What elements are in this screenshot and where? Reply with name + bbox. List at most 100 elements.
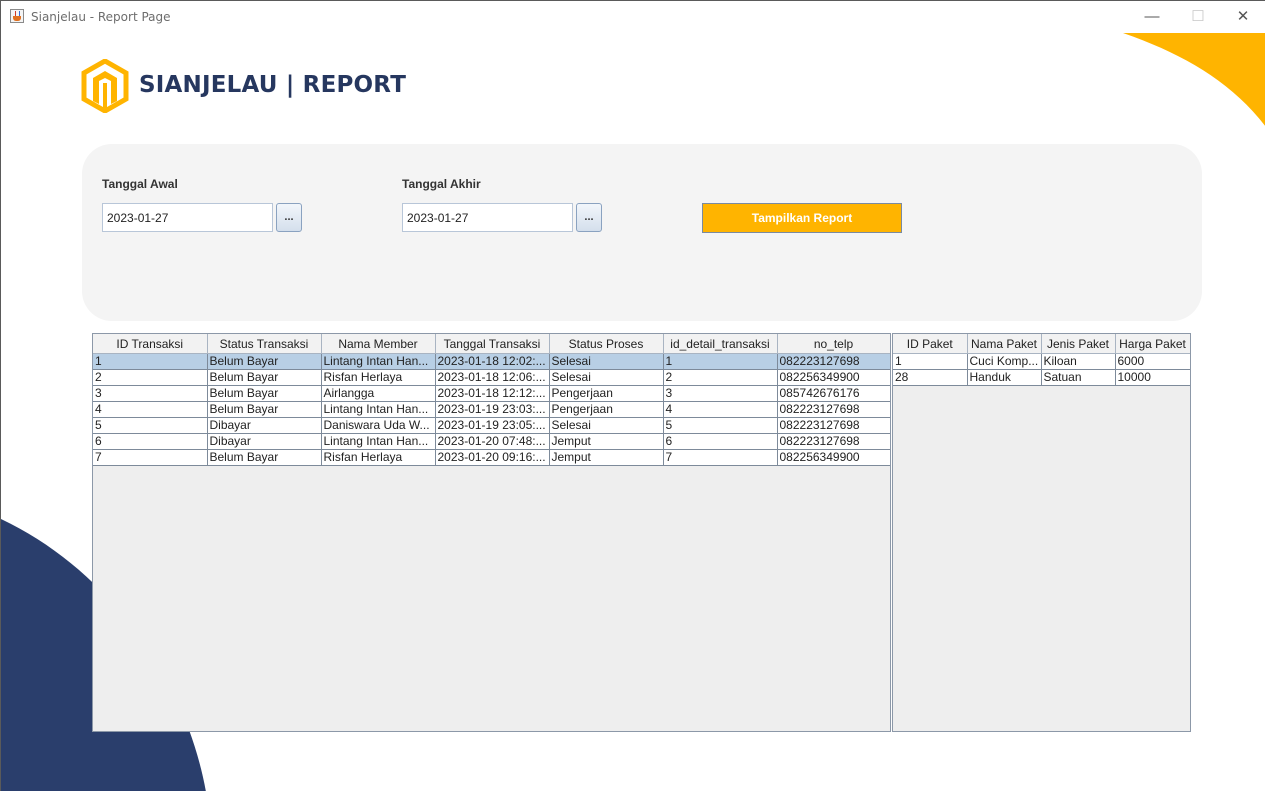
- table-cell-tanggal-transaksi[interactable]: 2023-01-18 12:02:...: [435, 353, 550, 370]
- table-cell-jenis-paket[interactable]: Satuan: [1041, 369, 1116, 386]
- table-cell-id-detail-transaksi[interactable]: 3: [663, 385, 778, 402]
- table-cell-id-detail-transaksi[interactable]: 7: [663, 449, 778, 466]
- end-date-picker-button[interactable]: ...: [576, 203, 602, 232]
- table-row[interactable]: 3 Belum Bayar Airlangga 2023-01-18 12:12:..…: [93, 385, 890, 402]
- table-cell-id-transaksi[interactable]: 7: [93, 449, 208, 466]
- table-cell-tanggal-transaksi[interactable]: 2023-01-19 23:05:...: [435, 417, 550, 434]
- table-cell-status-transaksi[interactable]: Belum Bayar: [207, 369, 322, 386]
- start-date-label: Tanggal Awal: [102, 177, 178, 191]
- maximize-button[interactable]: ☐: [1175, 1, 1221, 32]
- table-row[interactable]: 28 Handuk Satuan 10000: [893, 369, 1190, 386]
- table-cell-status-proses[interactable]: Pengerjaan: [549, 401, 664, 418]
- table-cell-tanggal-transaksi[interactable]: 2023-01-20 07:48:...: [435, 433, 550, 450]
- transactions-column-header-no-telp[interactable]: no_telp: [777, 334, 890, 354]
- table-cell-id-detail-transaksi[interactable]: 2: [663, 369, 778, 386]
- table-cell-nama-member[interactable]: Risfan Herlaya: [321, 369, 436, 386]
- table-cell-id-detail-transaksi[interactable]: 6: [663, 433, 778, 450]
- transactions-table-panel[interactable]: ID Transaksi Status Transaksi Nama Member T…: [92, 333, 891, 732]
- table-cell-id-detail-transaksi[interactable]: 1: [663, 353, 778, 370]
- table-cell-id-transaksi[interactable]: 1: [93, 353, 208, 370]
- table-row[interactable]: 4 Belum Bayar Lintang Intan Han... 2023-01-…: [93, 401, 890, 418]
- table-cell-no-telp[interactable]: 085742676176: [777, 385, 890, 402]
- table-cell-status-proses[interactable]: Jemput: [549, 449, 664, 466]
- report-window: Sianjelau - Report Page — ☐ ✕ SIANJELAU …: [0, 0, 1265, 791]
- table-cell-status-proses[interactable]: Jemput: [549, 433, 664, 450]
- page-title: SIANJELAU | REPORT: [139, 72, 407, 98]
- window-title: Sianjelau - Report Page: [31, 10, 171, 24]
- table-cell-id-transaksi[interactable]: 5: [93, 417, 208, 434]
- table-cell-tanggal-transaksi[interactable]: 2023-01-18 12:06:...: [435, 369, 550, 386]
- table-cell-status-proses[interactable]: Selesai: [549, 353, 664, 370]
- table-cell-status-transaksi[interactable]: Belum Bayar: [207, 385, 322, 402]
- transactions-column-header-status-proses[interactable]: Status Proses: [549, 334, 664, 354]
- table-cell-tanggal-transaksi[interactable]: 2023-01-19 23:03:...: [435, 401, 550, 418]
- table-row[interactable]: 7 Belum Bayar Risfan Herlaya 2023-01-20 09:…: [93, 449, 890, 466]
- end-date-input[interactable]: [402, 203, 573, 232]
- table-cell-id-transaksi[interactable]: 2: [93, 369, 208, 386]
- table-row[interactable]: 6 Dibayar Lintang Intan Han... 2023-01-20 0…: [93, 433, 890, 450]
- packages-column-header-nama-paket[interactable]: Nama Paket: [967, 334, 1042, 354]
- table-cell-id-detail-transaksi[interactable]: 5: [663, 417, 778, 434]
- packages-column-header-id-paket[interactable]: ID Paket: [893, 334, 968, 354]
- table-cell-nama-member[interactable]: Lintang Intan Han...: [321, 401, 436, 418]
- table-cell-status-proses[interactable]: Pengerjaan: [549, 385, 664, 402]
- packages-column-header-harga-paket[interactable]: Harga Paket: [1115, 334, 1190, 354]
- close-button[interactable]: ✕: [1220, 1, 1265, 32]
- table-cell-id-paket[interactable]: 28: [893, 369, 968, 386]
- transactions-column-header-id-transaksi[interactable]: ID Transaksi: [93, 334, 208, 354]
- table-cell-nama-member[interactable]: Lintang Intan Han...: [321, 433, 436, 450]
- start-date-picker-button[interactable]: ...: [276, 203, 302, 232]
- transactions-column-header-tanggal-transaksi[interactable]: Tanggal Transaksi: [435, 334, 550, 354]
- show-report-button[interactable]: Tampilkan Report: [702, 203, 902, 233]
- table-cell-no-telp[interactable]: 082223127698: [777, 417, 890, 434]
- table-cell-status-transaksi[interactable]: Dibayar: [207, 433, 322, 450]
- table-cell-id-transaksi[interactable]: 4: [93, 401, 208, 418]
- table-cell-status-proses[interactable]: Selesai: [549, 417, 664, 434]
- start-date-input[interactable]: [102, 203, 273, 232]
- table-row[interactable]: 5 Dibayar Daniswara Uda W... 2023-01-19 23:…: [93, 417, 890, 434]
- java-app-icon: [10, 9, 24, 23]
- minimize-button[interactable]: —: [1129, 1, 1175, 32]
- table-cell-no-telp[interactable]: 082223127698: [777, 433, 890, 450]
- table-cell-no-telp[interactable]: 082223127698: [777, 401, 890, 418]
- table-cell-no-telp[interactable]: 082256349900: [777, 449, 890, 466]
- packages-table-panel[interactable]: ID Paket Nama Paket Jenis Paket Harga Paket…: [892, 333, 1191, 732]
- packages-table[interactable]: ID Paket Nama Paket Jenis Paket Harga Paket…: [893, 334, 1190, 386]
- table-cell-id-transaksi[interactable]: 3: [93, 385, 208, 402]
- table-cell-nama-paket[interactable]: Handuk: [967, 369, 1042, 386]
- table-cell-jenis-paket[interactable]: Kiloan: [1041, 353, 1116, 370]
- table-cell-no-telp[interactable]: 082223127698: [777, 353, 890, 370]
- yellow-wave-shape: [1123, 33, 1265, 126]
- table-row[interactable]: 1 Belum Bayar Lintang Intan Han... 2023-01-…: [93, 353, 890, 370]
- table-cell-id-transaksi[interactable]: 6: [93, 433, 208, 450]
- table-cell-nama-member[interactable]: Airlangga: [321, 385, 436, 402]
- table-cell-nama-member[interactable]: Daniswara Uda W...: [321, 417, 436, 434]
- transactions-column-header-status-transaksi[interactable]: Status Transaksi: [207, 334, 322, 354]
- table-cell-status-transaksi[interactable]: Belum Bayar: [207, 401, 322, 418]
- title-bar[interactable]: Sianjelau - Report Page — ☐ ✕: [1, 1, 1265, 32]
- end-date-label: Tanggal Akhir: [402, 177, 481, 191]
- table-cell-tanggal-transaksi[interactable]: 2023-01-20 09:16:...: [435, 449, 550, 466]
- table-cell-nama-paket[interactable]: Cuci Komp...: [967, 353, 1042, 370]
- table-header-row: ID Transaksi Status Transaksi Nama Member T…: [93, 334, 890, 354]
- table-cell-harga-paket[interactable]: 10000: [1115, 369, 1190, 386]
- table-cell-status-proses[interactable]: Selesai: [549, 369, 664, 386]
- table-cell-tanggal-transaksi[interactable]: 2023-01-18 12:12:...: [435, 385, 550, 402]
- packages-column-header-jenis-paket[interactable]: Jenis Paket: [1041, 334, 1116, 354]
- table-row[interactable]: 2 Belum Bayar Risfan Herlaya 2023-01-18 12:…: [93, 369, 890, 386]
- table-cell-id-detail-transaksi[interactable]: 4: [663, 401, 778, 418]
- filter-panel: [82, 144, 1202, 321]
- transactions-column-header-nama-member[interactable]: Nama Member: [321, 334, 436, 354]
- table-cell-id-paket[interactable]: 1: [893, 353, 968, 370]
- table-cell-nama-member[interactable]: Risfan Herlaya: [321, 449, 436, 466]
- table-cell-status-transaksi[interactable]: Dibayar: [207, 417, 322, 434]
- table-row[interactable]: 1 Cuci Komp... Kiloan 6000: [893, 353, 1190, 370]
- table-cell-harga-paket[interactable]: 6000: [1115, 353, 1190, 370]
- table-cell-nama-member[interactable]: Lintang Intan Han...: [321, 353, 436, 370]
- transactions-column-header-id-detail-transaksi[interactable]: id_detail_transaksi: [663, 334, 778, 354]
- table-cell-status-transaksi[interactable]: Belum Bayar: [207, 353, 322, 370]
- hexagon-logo-icon: [81, 59, 129, 113]
- table-cell-status-transaksi[interactable]: Belum Bayar: [207, 449, 322, 466]
- transactions-table[interactable]: ID Transaksi Status Transaksi Nama Member T…: [93, 334, 890, 466]
- table-cell-no-telp[interactable]: 082256349900: [777, 369, 890, 386]
